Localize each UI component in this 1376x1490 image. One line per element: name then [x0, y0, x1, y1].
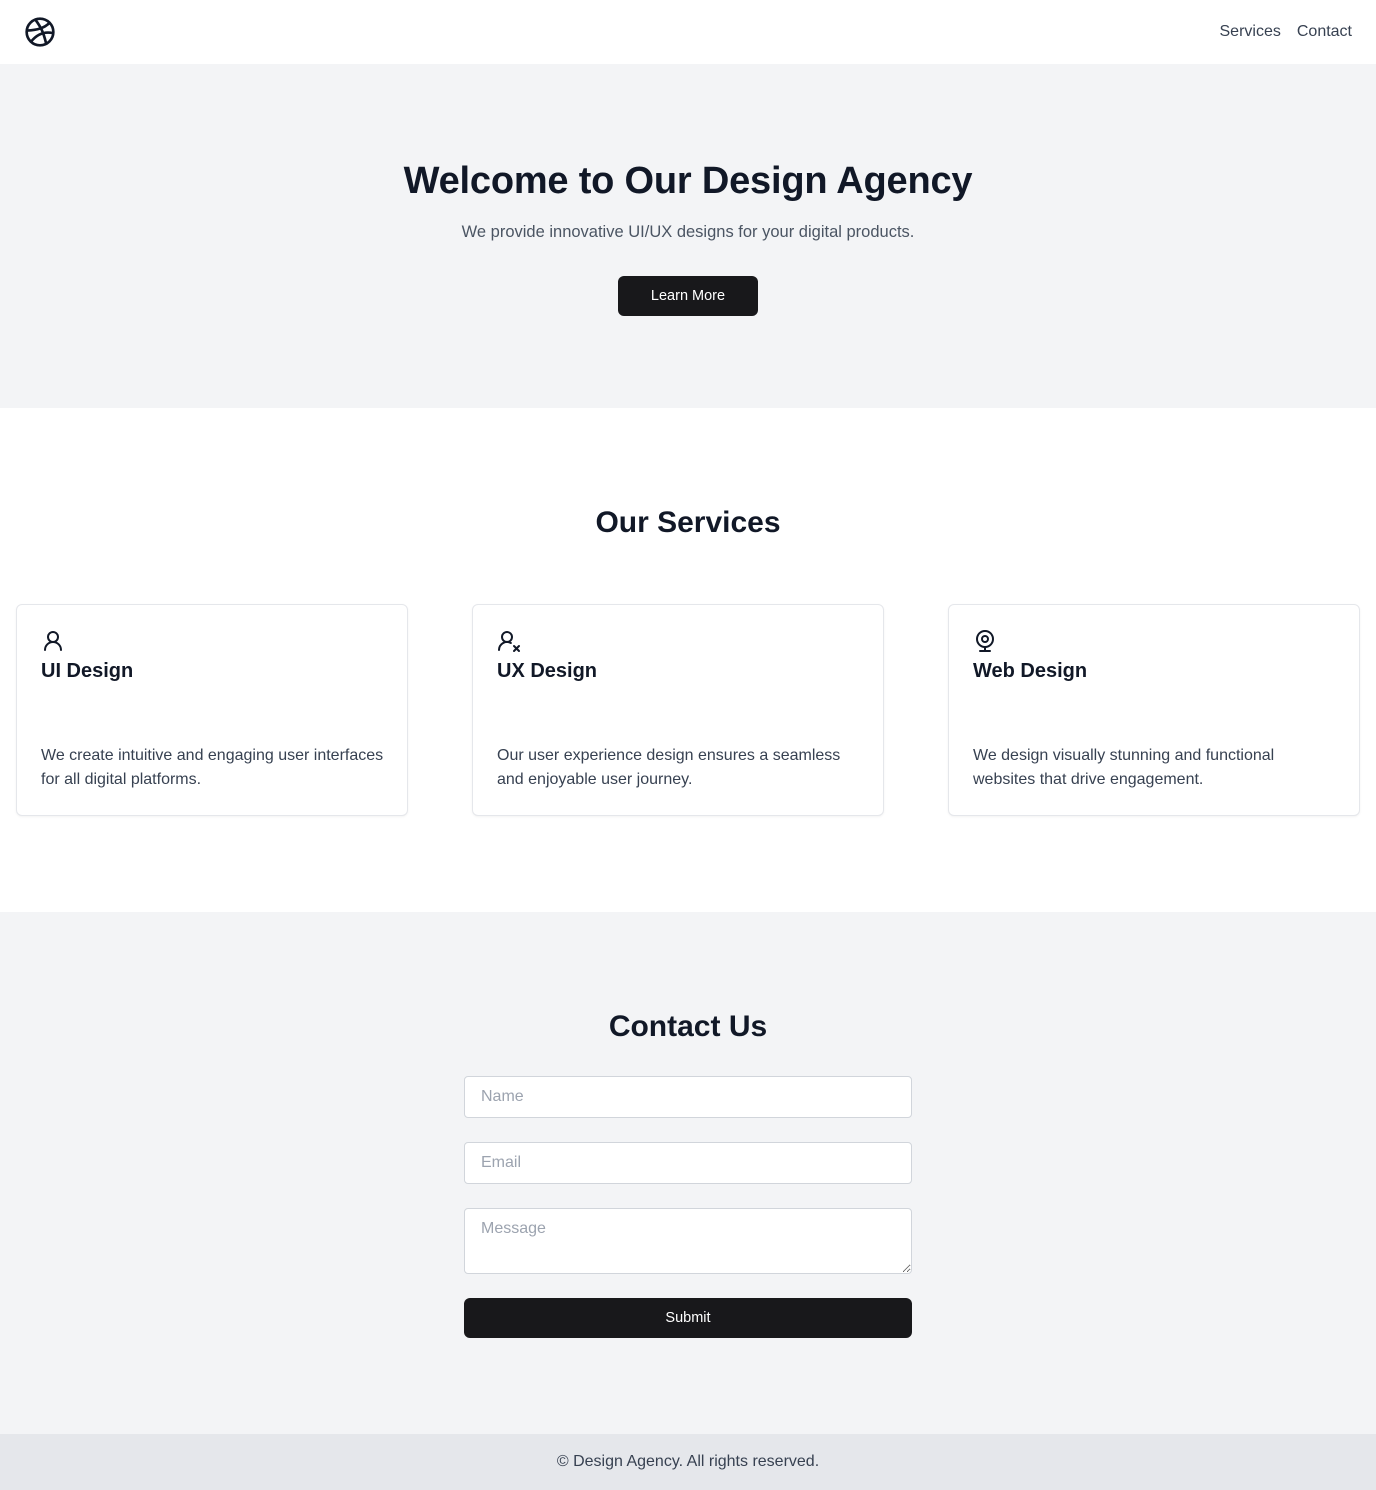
site-footer: © Design Agency. All rights reserved. [0, 1434, 1376, 1490]
service-card-ux-design: UX Design Our user experience design ens… [472, 604, 884, 816]
main-nav: Services Contact [1220, 23, 1353, 41]
submit-button[interactable]: Submit [464, 1298, 912, 1338]
user-icon [41, 629, 65, 653]
hero-title: Welcome to Our Design Agency [403, 160, 973, 202]
service-card-title: UI Design [41, 660, 134, 682]
hero-subtitle: We provide innovative UI/UX designs for … [461, 223, 915, 241]
service-card-web-design: Web Design We design visually stunning a… [948, 604, 1360, 816]
user-x-icon [497, 629, 521, 653]
service-card-title: Web Design [973, 660, 1088, 682]
name-input[interactable] [464, 1076, 912, 1118]
contact-form: Submit [464, 1076, 912, 1338]
hero-section: Welcome to Our Design Agency We provide … [0, 64, 1376, 408]
site-header: Services Contact [0, 0, 1376, 64]
nav-link-services[interactable]: Services [1220, 23, 1281, 41]
dribbble-icon[interactable] [24, 16, 56, 48]
learn-more-button[interactable]: Learn More [618, 276, 758, 316]
message-textarea[interactable] [464, 1208, 912, 1274]
services-section: Our Services UI Design We create intuiti… [0, 408, 1376, 912]
nav-link-contact[interactable]: Contact [1297, 23, 1352, 41]
webcam-icon [973, 629, 997, 653]
service-card-ui-design: UI Design We create intuitive and engagi… [16, 604, 408, 816]
services-cards: UI Design We create intuitive and engagi… [16, 604, 1360, 816]
contact-heading: Contact Us [608, 1010, 768, 1043]
contact-section: Contact Us Submit [0, 912, 1376, 1434]
service-card-title: UX Design [497, 660, 598, 682]
service-card-description: We create intuitive and engaging user in… [41, 747, 384, 788]
email-input[interactable] [464, 1142, 912, 1184]
footer-copyright: © Design Agency. All rights reserved. [556, 1453, 820, 1470]
service-card-description: We design visually stunning and function… [973, 747, 1275, 788]
service-card-description: Our user experience design ensures a sea… [497, 747, 841, 788]
services-heading: Our Services [595, 506, 781, 539]
